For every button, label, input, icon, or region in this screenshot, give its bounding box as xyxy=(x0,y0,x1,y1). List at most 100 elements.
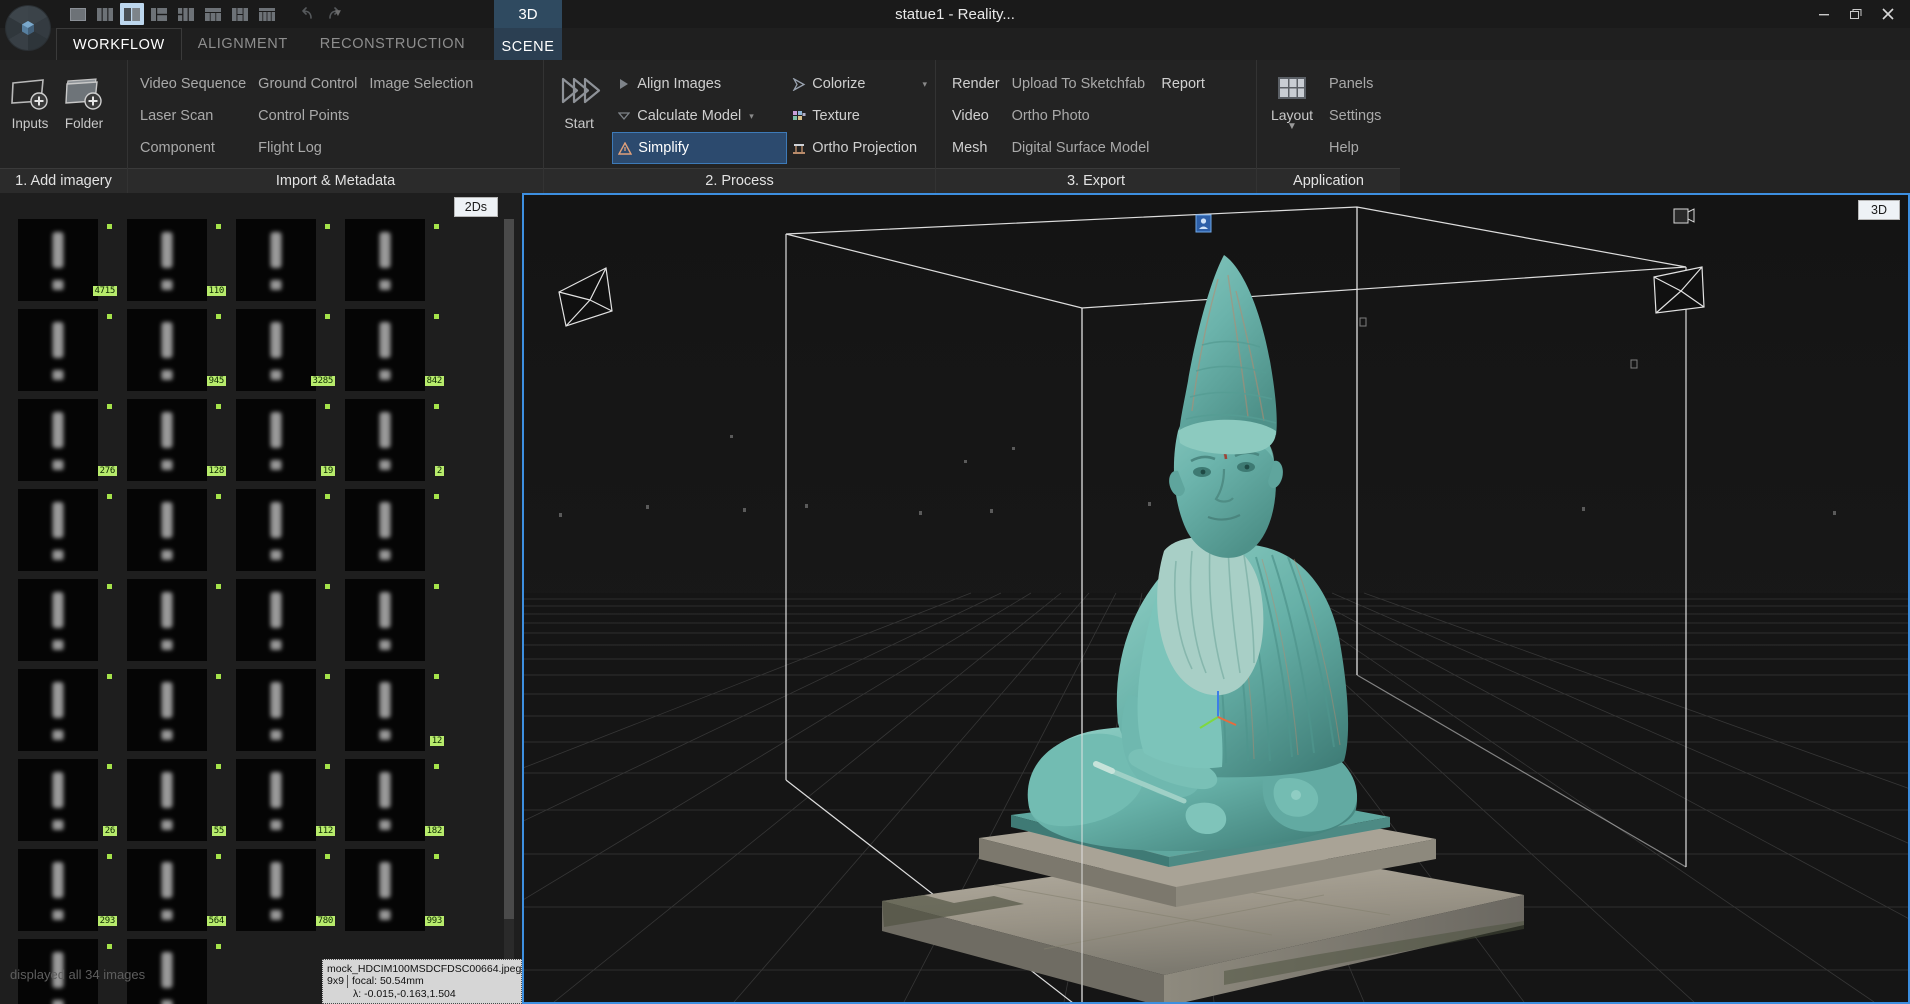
thumbnail-item[interactable]: 12 xyxy=(337,669,444,751)
viewport-3d[interactable]: 3D xyxy=(522,193,1910,1004)
layout-left-split-button[interactable] xyxy=(147,3,171,25)
folder-button[interactable]: Folder xyxy=(58,66,110,131)
thumbnail-item[interactable] xyxy=(228,219,335,301)
thumbnail-item[interactable]: 780 xyxy=(228,849,335,931)
thumbnail-item[interactable] xyxy=(10,309,117,391)
thumbnail-image[interactable] xyxy=(18,219,98,301)
report-button[interactable]: Report xyxy=(1157,68,1213,100)
layout-button[interactable]: Layout ▼ xyxy=(1261,66,1323,132)
laser-scan-button[interactable]: Laser Scan xyxy=(136,100,254,132)
mesh-button[interactable]: Mesh xyxy=(948,132,1008,164)
thumbnail-item[interactable]: 19 xyxy=(228,399,335,481)
thumbnail-image[interactable] xyxy=(345,489,425,571)
layout-grid-top-button[interactable] xyxy=(228,3,252,25)
restore-button[interactable] xyxy=(1840,2,1872,26)
thumbnail-image[interactable] xyxy=(18,759,98,841)
thumbnail-image[interactable] xyxy=(18,849,98,931)
help-button[interactable]: Help xyxy=(1325,132,1389,164)
simplify-button[interactable]: Simplify xyxy=(612,132,788,164)
start-button[interactable]: Start xyxy=(550,66,608,131)
thumbnail-image[interactable] xyxy=(345,579,425,661)
thumbnail-item[interactable]: 3285 xyxy=(228,309,335,391)
chevron-down-icon[interactable]: ▾ xyxy=(749,111,754,122)
thumbnail-item[interactable]: 112 xyxy=(228,759,335,841)
layout-chevron-down-icon[interactable]: ▼ xyxy=(1287,122,1297,132)
thumbnail-item[interactable] xyxy=(337,219,444,301)
ground-control-button[interactable]: Ground Control xyxy=(254,68,365,100)
thumbnail-image[interactable] xyxy=(236,309,316,391)
thumbnail-image[interactable] xyxy=(345,219,425,301)
thumbnail-item[interactable]: 26 xyxy=(10,759,117,841)
thumbnail-image[interactable] xyxy=(127,309,207,391)
thumbnail-item[interactable] xyxy=(119,489,226,571)
texture-button[interactable]: Texture xyxy=(787,100,935,132)
thumbnail-item[interactable]: 842 xyxy=(337,309,444,391)
thumbnail-item[interactable]: 4715 xyxy=(10,219,117,301)
thumbnail-image[interactable] xyxy=(127,669,207,751)
tab-workflow[interactable]: WORKFLOW xyxy=(56,28,182,60)
calculate-model-button[interactable]: Calculate Model ▾ xyxy=(612,100,787,132)
ortho-projection-button[interactable]: Ortho Projection xyxy=(787,132,935,164)
layout-single-button[interactable] xyxy=(66,3,90,25)
window-controls[interactable] xyxy=(1808,0,1904,28)
thumbnail-item[interactable]: 564 xyxy=(119,849,226,931)
thumbnail-item[interactable] xyxy=(10,579,117,661)
undo-button[interactable] xyxy=(295,3,319,25)
thumbnail-image[interactable] xyxy=(345,399,425,481)
ortho-photo-button[interactable]: Ortho Photo xyxy=(1008,100,1158,132)
thumbnail-image[interactable] xyxy=(127,849,207,931)
layout-two-pane-button[interactable] xyxy=(120,3,144,25)
thumbnail-image[interactable] xyxy=(127,219,207,301)
colorize-button[interactable]: Colorize ▾ xyxy=(787,68,935,100)
upload-to-sketchfab-button[interactable]: Upload To Sketchfab xyxy=(1008,68,1158,100)
thumbnail-item[interactable]: 945 xyxy=(119,309,226,391)
control-points-button[interactable]: Control Points xyxy=(254,100,365,132)
video-button[interactable]: Video xyxy=(948,100,1008,132)
tab-reconstruction[interactable]: RECONSTRUCTION xyxy=(304,28,481,60)
image-selection-button[interactable]: Image Selection xyxy=(365,68,481,100)
thumbnail-item[interactable] xyxy=(119,669,226,751)
thumbnail-item[interactable]: 2 xyxy=(337,399,444,481)
thumbnail-image[interactable] xyxy=(18,579,98,661)
layout-2x2-left-button[interactable] xyxy=(174,3,198,25)
thumbnail-item[interactable]: 110 xyxy=(119,219,226,301)
thumbnail-image[interactable] xyxy=(236,669,316,751)
thumbnail-item[interactable] xyxy=(337,489,444,571)
layout-grid-eight-button[interactable] xyxy=(255,3,279,25)
video-sequence-button[interactable]: Video Sequence xyxy=(136,68,254,100)
render-button[interactable]: Render xyxy=(948,68,1008,100)
thumbnail-item[interactable] xyxy=(337,579,444,661)
thumbnail-scrollbar[interactable] xyxy=(504,219,514,979)
viewport-canvas[interactable]: 3D xyxy=(524,195,1908,1002)
pin-ribbon-icon[interactable]: ▼ xyxy=(330,4,346,22)
thumbnail-image[interactable] xyxy=(236,219,316,301)
layout-three-col-button[interactable] xyxy=(93,3,117,25)
inputs-button[interactable]: Inputs xyxy=(4,66,56,131)
app-logo[interactable] xyxy=(0,0,56,56)
layout-grid-six-button[interactable] xyxy=(201,3,225,25)
tab-alignment[interactable]: ALIGNMENT xyxy=(182,28,304,60)
thumbnail-item[interactable] xyxy=(10,669,117,751)
thumbnail-image[interactable] xyxy=(18,489,98,571)
settings-button[interactable]: Settings xyxy=(1325,100,1389,132)
thumbnail-item[interactable] xyxy=(10,489,117,571)
thumbnail-image[interactable] xyxy=(345,849,425,931)
thumbnail-item[interactable]: 276 xyxy=(10,399,117,481)
quick-access-toolbar[interactable] xyxy=(66,2,346,26)
thumbnail-image[interactable] xyxy=(127,579,207,661)
thumbnail-item[interactable]: 128 xyxy=(119,399,226,481)
colorize-chevron-down-icon[interactable]: ▾ xyxy=(922,79,927,90)
tab-scene[interactable]: SCENE xyxy=(494,28,562,60)
viewport-3d-tab[interactable]: 3D xyxy=(1858,200,1900,220)
panel-2ds-tab[interactable]: 2Ds xyxy=(453,197,498,217)
thumbnail-image[interactable] xyxy=(18,309,98,391)
thumbnail-item[interactable] xyxy=(228,579,335,661)
thumbnail-image[interactable] xyxy=(127,399,207,481)
thumbnail-item[interactable]: 55 xyxy=(119,759,226,841)
thumbnail-image[interactable] xyxy=(345,669,425,751)
thumbnail-image[interactable] xyxy=(236,579,316,661)
thumbnail-item[interactable]: 993 xyxy=(337,849,444,931)
flight-log-button[interactable]: Flight Log xyxy=(254,132,365,164)
thumbnail-item[interactable] xyxy=(228,489,335,571)
panels-button[interactable]: Panels xyxy=(1325,68,1389,100)
